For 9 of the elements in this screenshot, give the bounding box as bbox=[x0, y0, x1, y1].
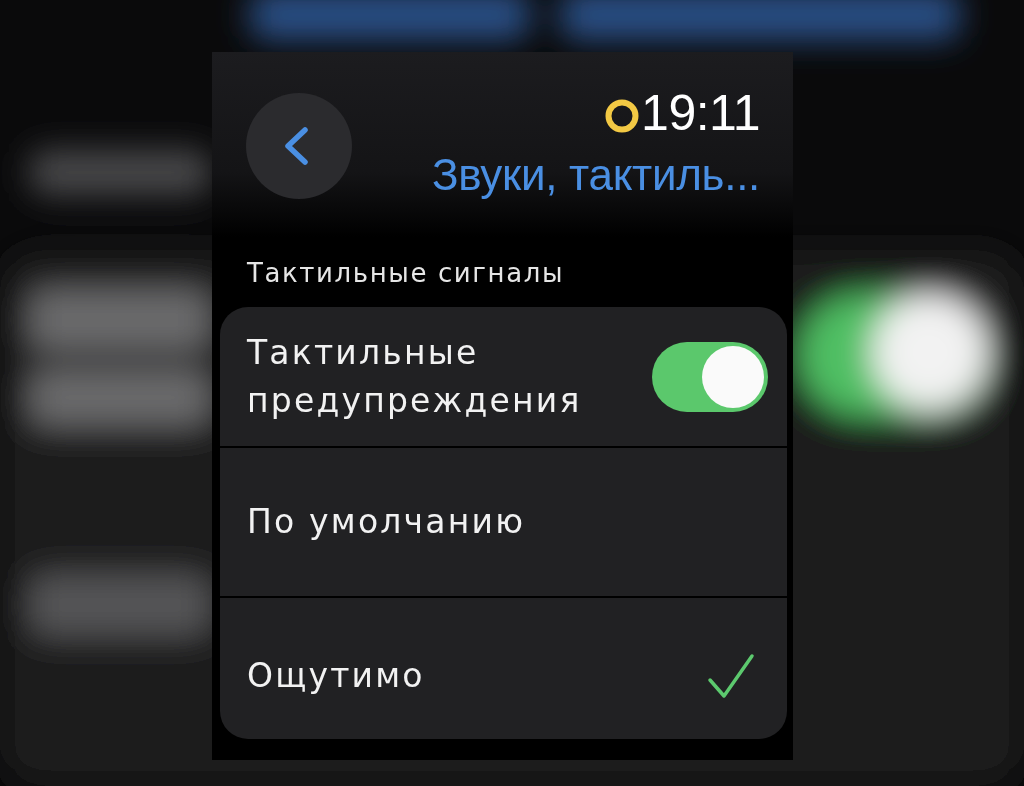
status-time: 19:11 bbox=[641, 88, 760, 138]
ring-icon bbox=[605, 99, 640, 133]
chevron-left-icon bbox=[283, 127, 309, 165]
option-row[interactable]: По умолчанию bbox=[220, 448, 787, 596]
setting-label: Тактильные предупреждения bbox=[247, 331, 583, 422]
checkmark-icon bbox=[707, 652, 755, 699]
nav-title: Звуки, тактиль... bbox=[431, 153, 760, 197]
option-row[interactable]: Ощутимо bbox=[220, 598, 787, 739]
section-header: Тактильные сигналы bbox=[247, 259, 565, 288]
